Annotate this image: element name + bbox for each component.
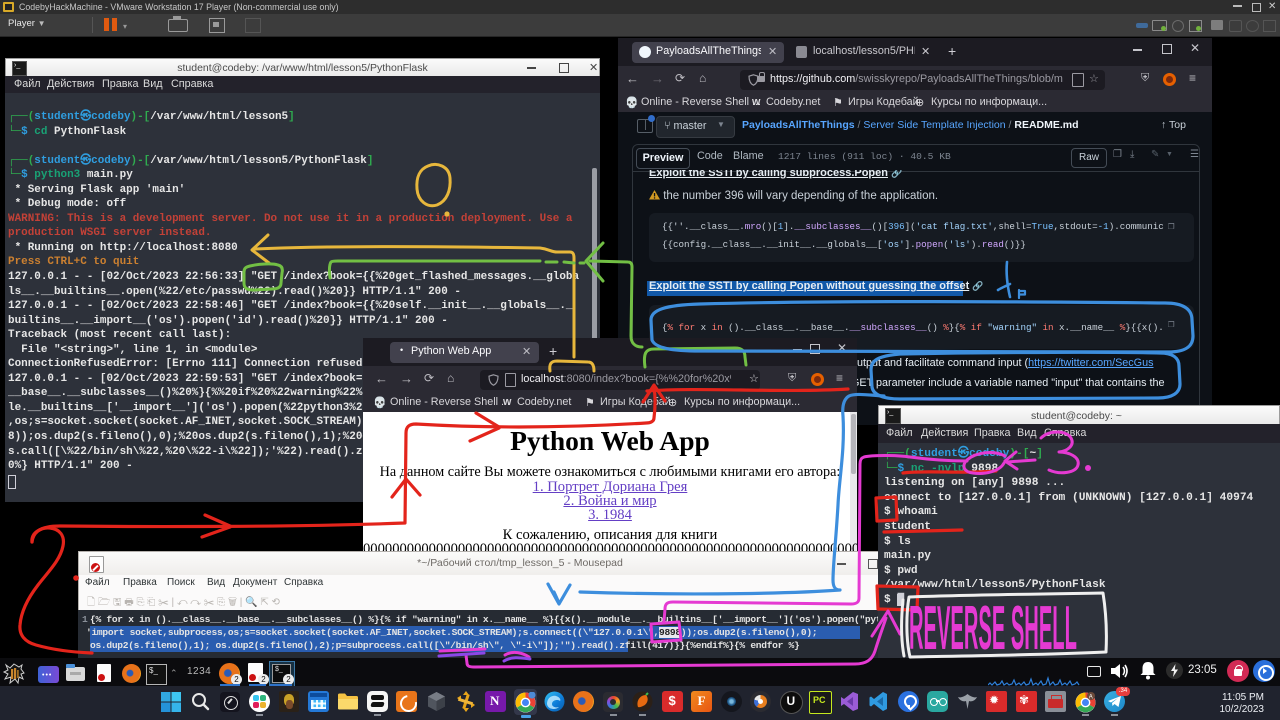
svg-text:A: A (1089, 695, 1093, 701)
